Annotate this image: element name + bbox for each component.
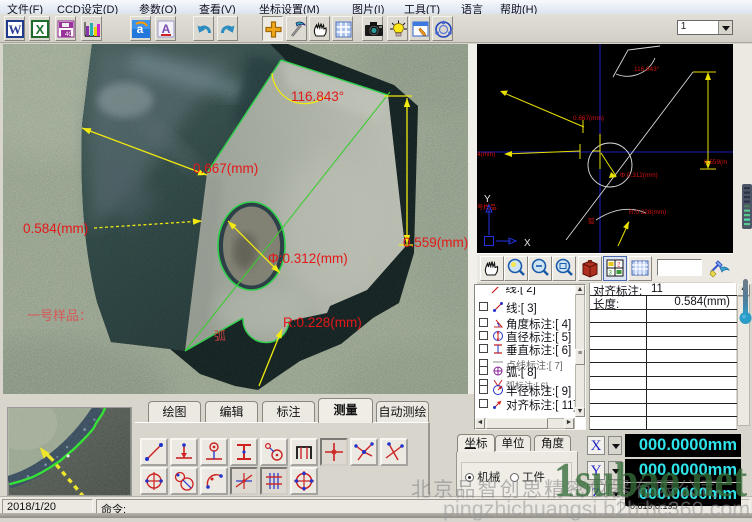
svg-text:A: A bbox=[162, 22, 171, 36]
svg-text:X: X bbox=[36, 22, 45, 37]
svg-text:Φ:0.312(mm): Φ:0.312(mm) bbox=[620, 172, 658, 179]
svg-text:Y: Y bbox=[484, 194, 491, 205]
svg-text:X: X bbox=[524, 238, 531, 249]
svg-text:4(mm): 4(mm) bbox=[477, 151, 495, 158]
svg-text:116.843°: 116.843° bbox=[634, 65, 660, 73]
svg-text:116.843°: 116.843° bbox=[291, 89, 344, 104]
svg-text:0.559(m: 0.559(m bbox=[704, 159, 727, 166]
svg-text:一号样品：: 一号样品： bbox=[27, 308, 92, 323]
svg-text:R:0.228(mm): R:0.228(mm) bbox=[629, 209, 666, 216]
svg-text:R:0.228(mm): R:0.228(mm) bbox=[283, 315, 362, 330]
svg-text:弧: 弧 bbox=[214, 329, 226, 343]
svg-text:4C: 4C bbox=[65, 32, 73, 38]
svg-text:0.559(mm): 0.559(mm) bbox=[403, 235, 468, 250]
svg-text:0.584(mm): 0.584(mm) bbox=[23, 221, 88, 236]
svg-text:Φ:0.312(mm): Φ:0.312(mm) bbox=[268, 251, 348, 266]
svg-text:W: W bbox=[9, 22, 22, 37]
svg-text:弧: 弧 bbox=[588, 216, 595, 225]
svg-text:0.667(mm): 0.667(mm) bbox=[573, 115, 604, 122]
svg-text:0.667(mm): 0.667(mm) bbox=[193, 161, 258, 176]
